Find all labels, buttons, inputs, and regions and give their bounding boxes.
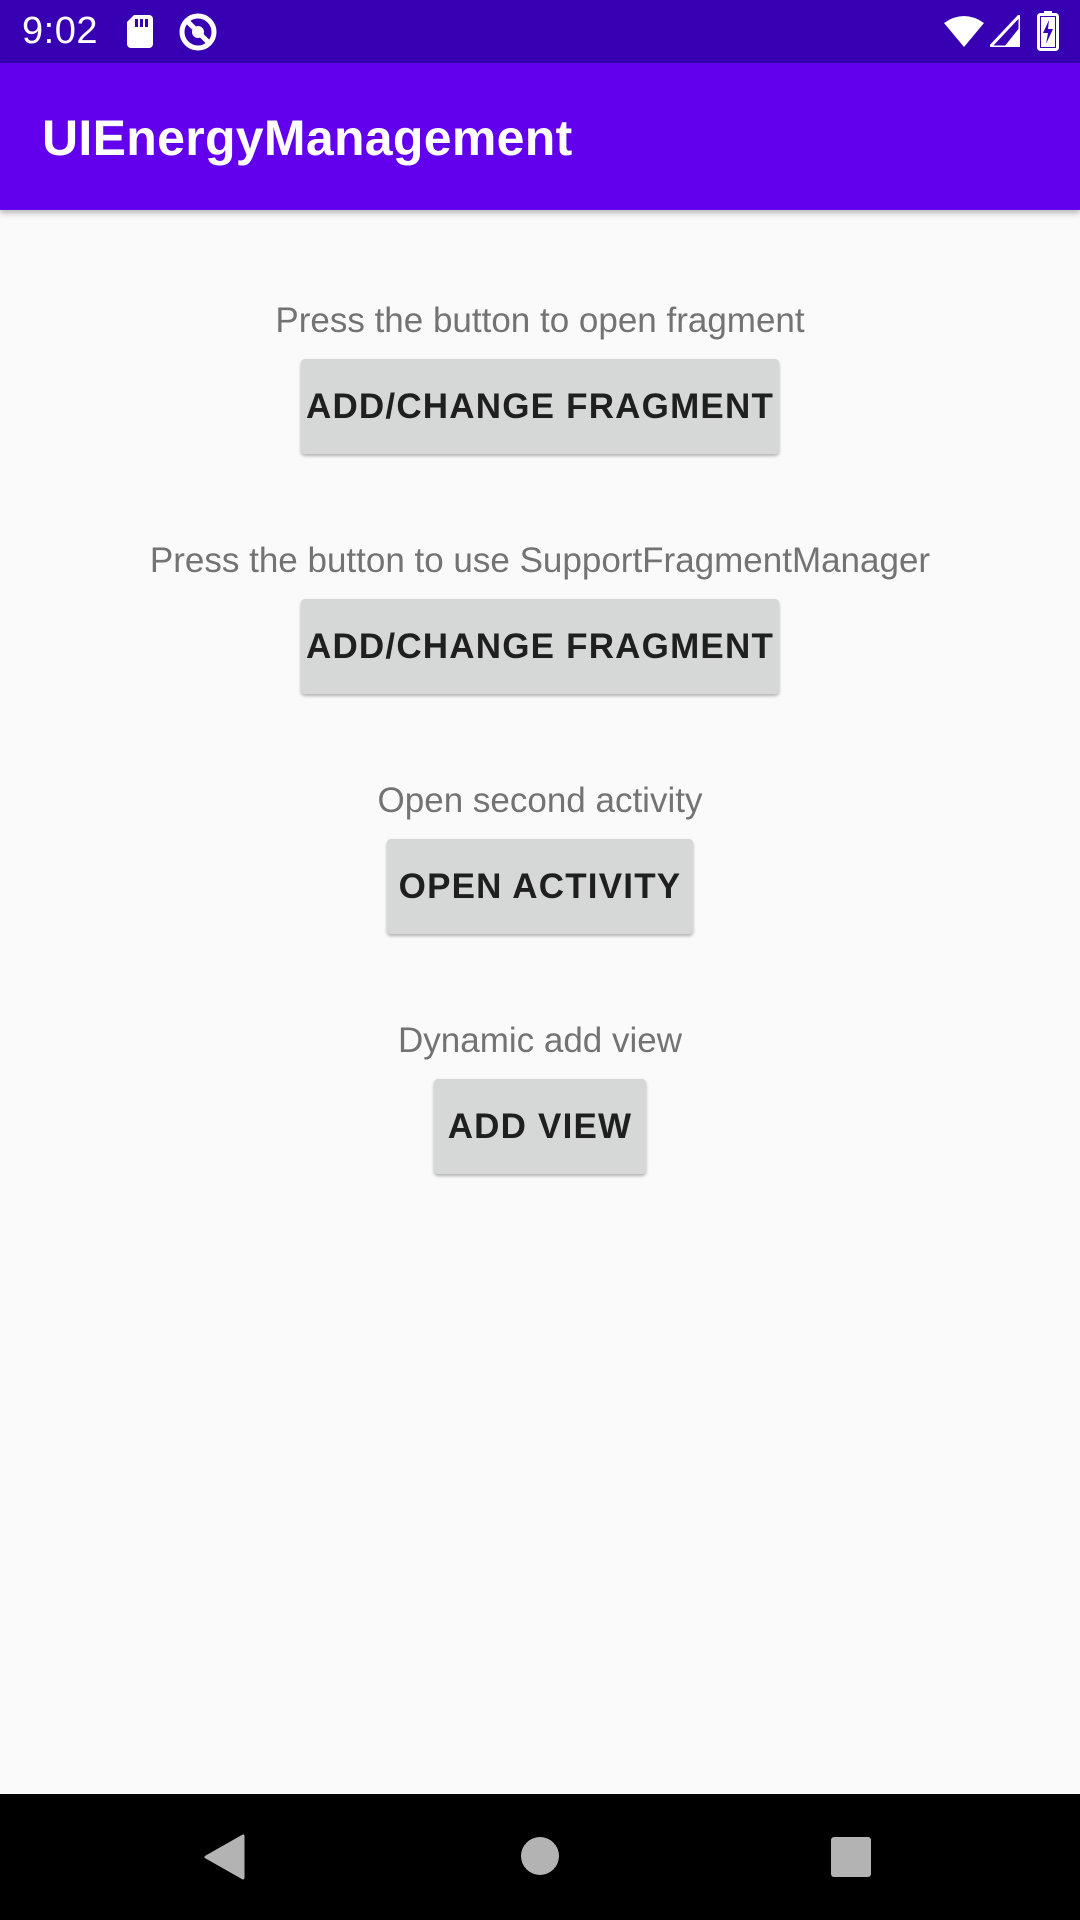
dynamic-add-view-label: Dynamic add view — [398, 1021, 682, 1060]
do-not-disturb-icon — [179, 13, 217, 51]
recents-icon[interactable] — [831, 1837, 871, 1877]
support-fragment-manager-label: Press the button to use SupportFragmentM… — [149, 541, 931, 580]
signal-icon — [990, 15, 1020, 47]
navigation-bar — [0, 1794, 1080, 1920]
wifi-icon — [944, 16, 984, 47]
home-icon[interactable] — [520, 1836, 560, 1876]
app-bar: UIEnergyManagement — [0, 63, 1080, 210]
status-bar: 9:02 — [0, 0, 1080, 63]
app-title: UIEnergyManagement — [42, 110, 573, 166]
main-content: Press the button to open fragment ADD/CH… — [0, 210, 1080, 1794]
add-view-button[interactable]: ADD VIEW — [434, 1079, 646, 1174]
sd-card-icon — [127, 15, 153, 48]
status-time: 9:02 — [22, 10, 98, 52]
add-change-support-fragment-button[interactable]: ADD/CHANGE FRAGMENT — [301, 599, 779, 694]
open-second-activity-label: Open second activity — [377, 781, 703, 820]
add-change-fragment-button[interactable]: ADD/CHANGE FRAGMENT — [301, 359, 779, 454]
open-activity-button[interactable]: OPEN ACTIVITY — [387, 839, 693, 934]
back-icon[interactable] — [203, 1834, 245, 1880]
battery-charging-icon — [1037, 11, 1059, 51]
open-fragment-label: Press the button to open fragment — [275, 301, 805, 340]
